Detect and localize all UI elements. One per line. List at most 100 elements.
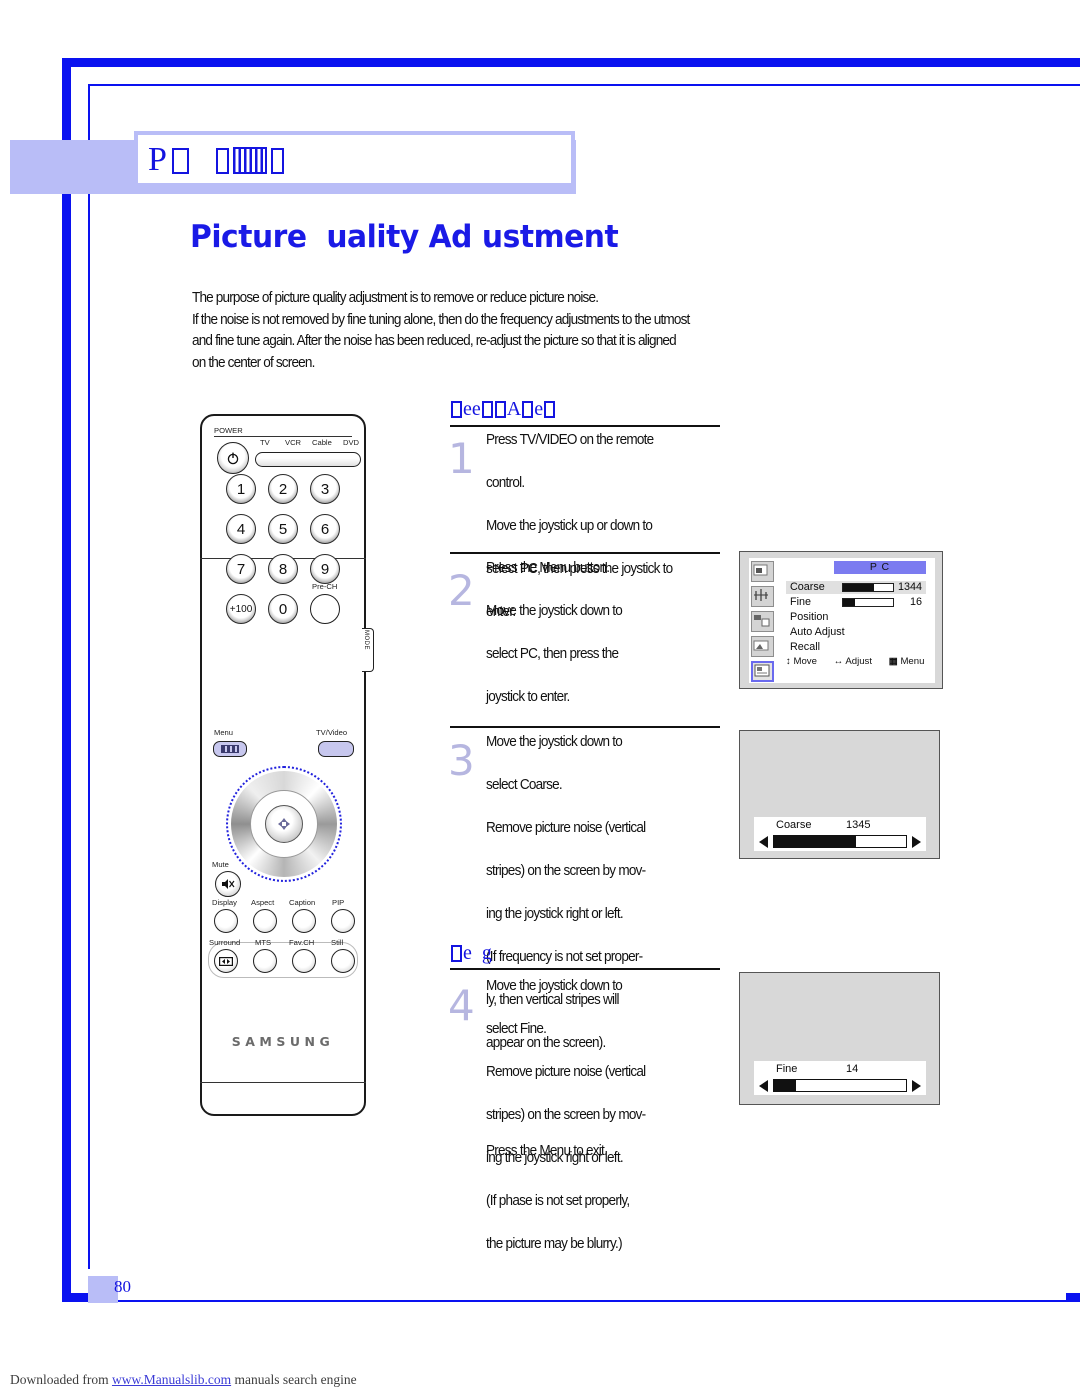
- missing-glyph-icon: [232, 147, 267, 174]
- left-triangle-icon[interactable]: [759, 836, 768, 848]
- step-number-3: 3: [448, 736, 475, 785]
- coarse-slider-track[interactable]: [773, 835, 907, 848]
- step-line: control.: [486, 475, 525, 491]
- coarse-slider-track-row[interactable]: [754, 835, 926, 849]
- mode-label-vcr: VCR: [285, 438, 302, 447]
- osd-row-value: 1344: [897, 581, 922, 593]
- key-2[interactable]: 2: [268, 474, 298, 504]
- surround-label: Surround: [209, 938, 241, 947]
- left-right-arrow-icon: ↔: [833, 656, 844, 667]
- header-title-text: P: [148, 139, 286, 181]
- pc-icon: [754, 664, 770, 677]
- osd-hint-move: ↕ Move: [786, 656, 824, 667]
- section-heading-fine: e g: [450, 942, 492, 965]
- osd-row-coarse[interactable]: Coarse 1344: [786, 581, 926, 594]
- remote-top-seam: [214, 436, 352, 437]
- osd-sidebar-icon-channel[interactable]: [751, 611, 774, 632]
- step-2-rule: [450, 552, 720, 554]
- missing-glyph-icon: [544, 401, 556, 418]
- key-0[interactable]: 0: [268, 594, 298, 624]
- right-triangle-icon[interactable]: [912, 836, 921, 848]
- step-number-4: 4: [448, 981, 475, 1030]
- intro-line: and fine tune again. After the noise has…: [192, 333, 677, 349]
- key-plus100[interactable]: +100: [226, 594, 256, 624]
- missing-glyph-icon: [481, 401, 493, 418]
- key-6[interactable]: 6: [310, 514, 340, 544]
- osd-sidebar-icon-sound[interactable]: [751, 586, 774, 607]
- step-line: stripes) on the screen by mov-: [486, 1107, 646, 1123]
- picture-icon: [753, 564, 768, 576]
- power-button[interactable]: [217, 442, 249, 474]
- osd-sidebar: [751, 561, 775, 682]
- fine-slider-track-row[interactable]: [754, 1079, 926, 1093]
- joystick-enter-button[interactable]: [265, 805, 303, 843]
- coarse-slider-header: Coarse 1345: [754, 819, 926, 833]
- menu-button[interactable]: [213, 741, 247, 757]
- osd-row-label: Auto Adjust: [790, 626, 845, 638]
- aspect-button[interactable]: [253, 909, 277, 933]
- step-line: Move the joystick down to: [486, 978, 623, 994]
- osd-coarse-bar[interactable]: [842, 583, 894, 592]
- fine-slider-header: Fine 14: [754, 1063, 926, 1077]
- key-9[interactable]: 9: [310, 554, 340, 584]
- pre-ch-button[interactable]: [310, 594, 340, 624]
- surround-sound-icon: [219, 956, 233, 966]
- favch-button[interactable]: [292, 949, 316, 973]
- intro-line: on the center of screen.: [192, 354, 315, 371]
- pip-label: PIP: [332, 898, 345, 907]
- display-button[interactable]: [214, 909, 238, 933]
- key-1[interactable]: 1: [226, 474, 256, 504]
- missing-glyph-icon: [171, 148, 189, 174]
- remote-bottom-seam: [200, 1082, 366, 1083]
- fine-slider-track[interactable]: [773, 1079, 907, 1092]
- key-5[interactable]: 5: [268, 514, 298, 544]
- caption-label: Caption: [289, 898, 316, 907]
- power-label: POWER: [214, 426, 243, 435]
- osd-row-recall[interactable]: Recall: [786, 641, 926, 654]
- coarse-slider-fill: [774, 836, 856, 847]
- sound-icon: [754, 589, 768, 601]
- mode-selector-slider[interactable]: [255, 452, 361, 467]
- closing-instruction: Press the Menu to exit.: [486, 1143, 608, 1159]
- key-8[interactable]: 8: [268, 554, 298, 584]
- osd-fine-bar-fill: [843, 599, 855, 606]
- joystick-enter-icon: [278, 818, 290, 830]
- mts-button[interactable]: [253, 949, 277, 973]
- heading-glyph: e: [471, 398, 481, 420]
- fine-screen-preview: Fine 14: [739, 972, 940, 1105]
- mode-side-tab[interactable]: MODE: [362, 628, 374, 672]
- step-line: Move the joystick down to: [486, 734, 623, 750]
- step-line: joystick to enter.: [486, 689, 570, 705]
- osd-sidebar-icon-pc[interactable]: [751, 661, 774, 682]
- osd-footer-hints: ↕ Move ↔ Adjust ▦ Menu: [786, 656, 926, 667]
- key-7[interactable]: 7: [226, 554, 256, 584]
- still-button[interactable]: [331, 949, 355, 973]
- key-3[interactable]: 3: [310, 474, 340, 504]
- still-label: Still: [331, 938, 344, 947]
- osd-hint-adjust-label: Adjust: [845, 656, 873, 667]
- caption-button[interactable]: [292, 909, 316, 933]
- osd-row-auto-adjust[interactable]: Auto Adjust: [786, 626, 926, 639]
- coarse-slider-value: 1345: [846, 819, 871, 831]
- step-number-1: 1: [448, 434, 475, 483]
- osd-sidebar-icon-picture[interactable]: [751, 561, 774, 582]
- right-triangle-icon[interactable]: [912, 1080, 921, 1092]
- menu-label: Menu: [214, 728, 233, 737]
- osd-row-position[interactable]: Position: [786, 611, 926, 624]
- osd-sidebar-icon-setup[interactable]: [751, 636, 774, 657]
- osd-menu-panel: P C Coarse 1344 Fine 16 Position Auto Ad…: [739, 551, 943, 689]
- manualslib-link[interactable]: www.Manualslib.com: [112, 1372, 231, 1387]
- tv-video-button[interactable]: [318, 741, 354, 757]
- surround-button[interactable]: [214, 949, 238, 973]
- osd-row-label: Fine: [790, 596, 812, 608]
- osd-row-label: Position: [790, 611, 829, 623]
- osd-hint-menu: ▦ Menu: [889, 656, 932, 667]
- pip-button[interactable]: [331, 909, 355, 933]
- osd-row-fine[interactable]: Fine 16: [786, 596, 926, 609]
- osd-coarse-bar-fill: [843, 584, 874, 591]
- key-4[interactable]: 4: [226, 514, 256, 544]
- fine-slider-fill: [774, 1080, 797, 1091]
- osd-fine-bar[interactable]: [842, 598, 894, 607]
- left-triangle-icon[interactable]: [759, 1080, 768, 1092]
- mute-button[interactable]: [215, 871, 241, 897]
